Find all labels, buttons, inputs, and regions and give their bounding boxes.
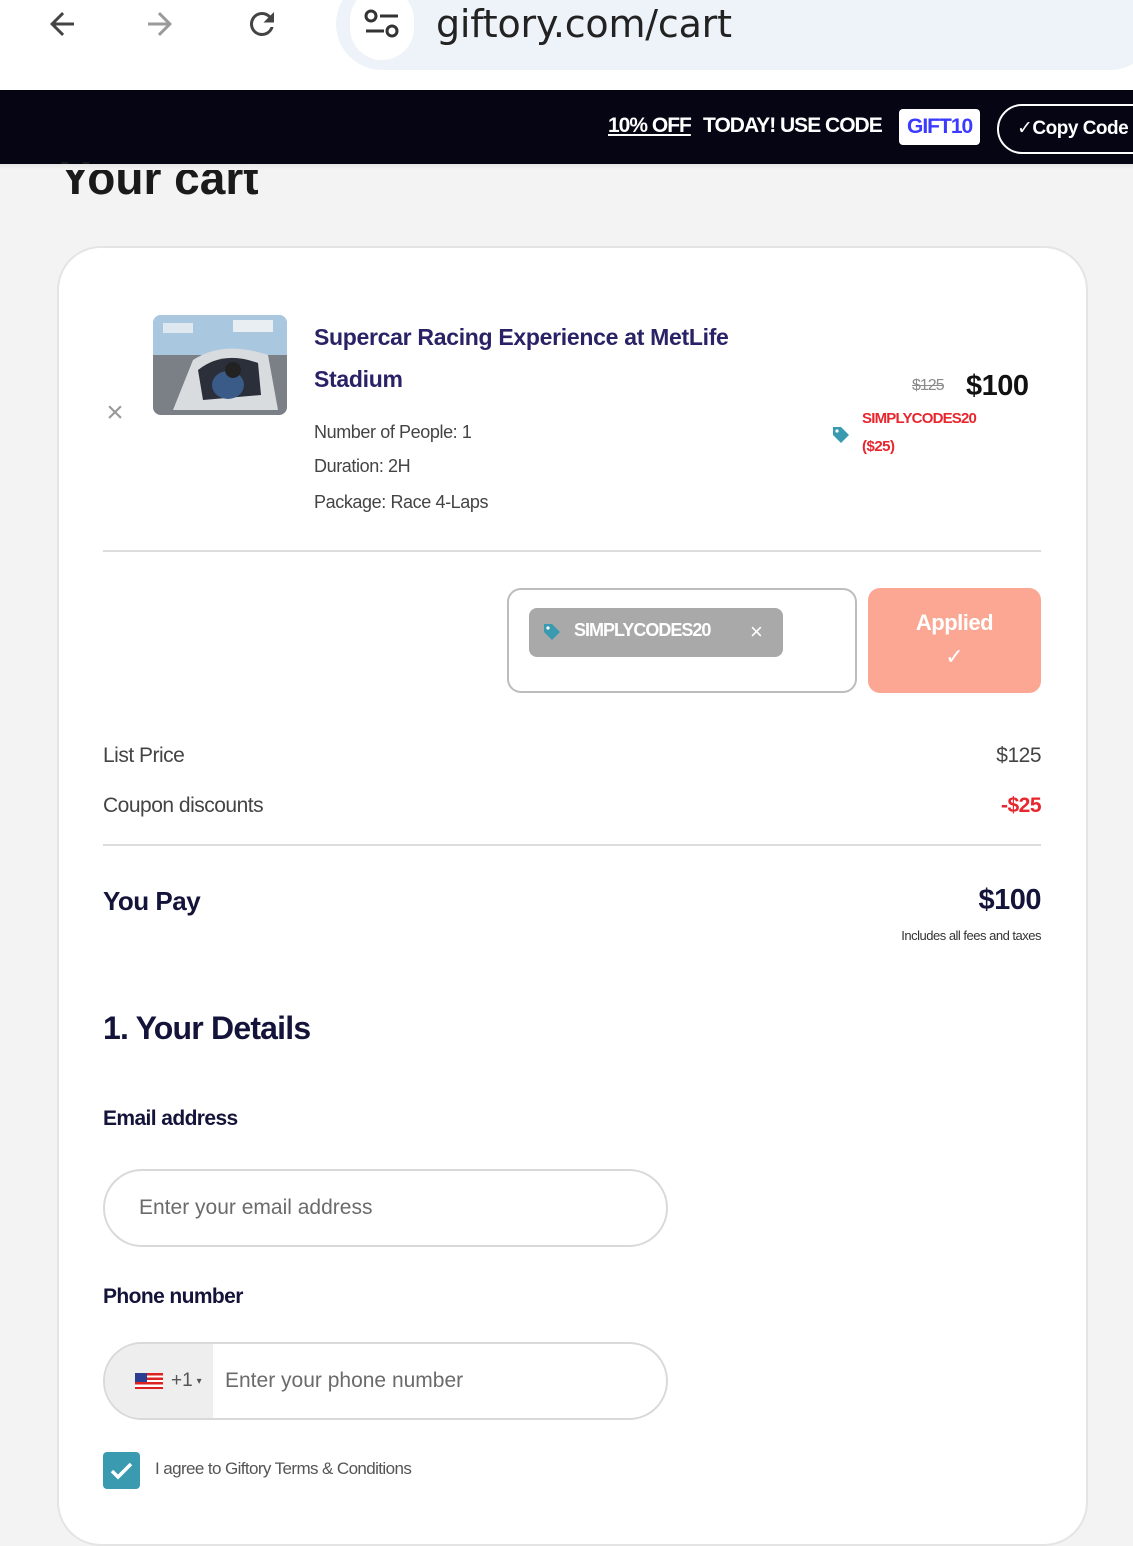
remove-coupon-close-icon[interactable]: × [750, 618, 763, 646]
you-pay-label: You Pay [103, 886, 201, 916]
page-title: Your cart [60, 152, 259, 198]
forward-arrow-icon[interactable] [136, 0, 184, 48]
divider [103, 844, 1041, 846]
coupon-discount-label: Coupon discounts [103, 794, 264, 817]
terms-label: I agree to Giftory Terms & Conditions [155, 1459, 412, 1478]
item-package: Package: Race 4-Laps [314, 492, 489, 512]
applied-button[interactable]: Applied ✓ [868, 588, 1041, 693]
phone-field-wrapper: +1 ▾ [103, 1342, 668, 1420]
promo-text: TODAY! USE CODE [703, 114, 883, 137]
original-price: $125 [912, 377, 945, 394]
phone-label: Phone number [103, 1285, 243, 1308]
details-section-title: 1. Your Details [103, 1010, 311, 1046]
product-title-link[interactable]: Supercar Racing Experience at MetLife St… [314, 316, 814, 400]
copy-icon: ✓ [1017, 118, 1033, 139]
coupon-discount-value: -$25 [1000, 794, 1042, 817]
you-pay-value: $100 [978, 884, 1041, 916]
promo-code-badge: GIFT10 [899, 109, 981, 145]
item-price: $100 [966, 370, 1029, 402]
coupon-tag-icon [831, 425, 851, 450]
back-arrow-icon[interactable] [38, 0, 86, 48]
fees-note: Includes all fees and taxes [901, 928, 1041, 943]
header-shadow [0, 164, 1133, 170]
remove-item-close-icon[interactable]: × [102, 398, 128, 428]
coupon-tag-icon [542, 622, 562, 647]
copy-code-button[interactable]: ✓Copy Code [997, 104, 1133, 154]
phone-field[interactable] [215, 1344, 665, 1418]
country-code: +1 [171, 1370, 193, 1391]
country-code-select[interactable]: +1 ▾ [105, 1344, 213, 1418]
email-label: Email address [103, 1107, 238, 1130]
terms-checkbox[interactable] [103, 1452, 140, 1489]
chevron-down-icon: ▾ [196, 1375, 202, 1387]
reload-icon[interactable] [238, 0, 286, 48]
promo-discount-link[interactable]: 10% OFF [608, 114, 692, 138]
url-text[interactable]: giftory.com/cart [436, 0, 732, 48]
item-people: Number of People: 1 [314, 422, 472, 442]
check-icon: ✓ [945, 644, 964, 669]
applied-label: Applied [915, 610, 994, 635]
product-image [153, 315, 287, 415]
divider [103, 550, 1041, 552]
check-icon [110, 1462, 133, 1480]
email-field[interactable] [103, 1169, 668, 1247]
list-price-label: List Price [103, 744, 185, 767]
us-flag-icon [135, 1373, 163, 1389]
item-coupon-savings: ($25) [862, 438, 895, 455]
list-price-value: $125 [996, 744, 1041, 767]
item-coupon-code: SIMPLYCODES20 [862, 410, 977, 427]
item-duration: Duration: 2H [314, 456, 411, 476]
coupon-chip-label: SIMPLYCODES20 [574, 620, 711, 640]
copy-code-label: Copy Code [1032, 118, 1129, 139]
